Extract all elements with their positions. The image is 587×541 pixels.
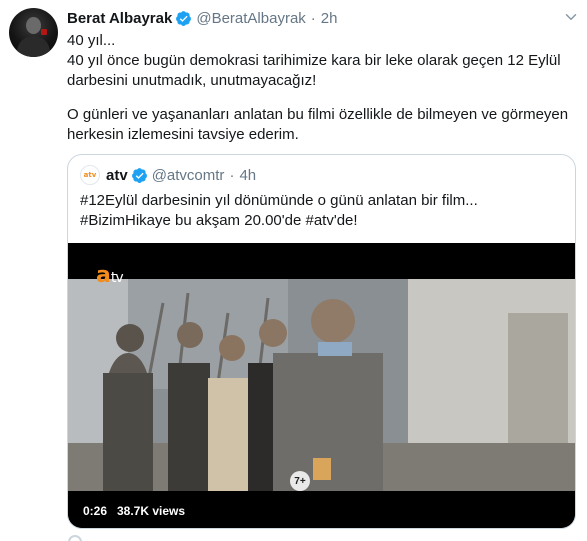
quoted-author-name[interactable]: atv	[106, 167, 128, 184]
verified-badge-icon	[176, 10, 192, 26]
video-view-count: 38.7K views	[112, 501, 191, 520]
tweet-text-line: herkesin izlemesini tavsiye ederim.	[67, 126, 299, 143]
tweet-header: Berat Albayrak @BeratAlbayrak · 2h	[67, 7, 337, 29]
atv-watermark-tv: tv	[110, 270, 124, 286]
quoted-timestamp[interactable]: 4h	[239, 167, 256, 184]
quoted-header-separator: ·	[229, 166, 235, 184]
tweet-timestamp[interactable]: 2h	[321, 10, 338, 27]
quoted-tweet[interactable]: atv atv @atvcomtr · 4h #12Eylül darbesin…	[67, 154, 576, 529]
avatar-shoulders-shape	[17, 36, 50, 57]
avatar-head-shape	[26, 17, 41, 34]
age-rating-badge: 7+	[290, 471, 310, 491]
quoted-tweet-header: atv atv @atvcomtr · 4h	[80, 165, 256, 185]
atv-logo-text: atv	[83, 171, 97, 179]
video-duration: 0:26	[78, 501, 113, 520]
atv-avatar[interactable]: atv	[80, 165, 100, 185]
tweet-text-line: 40 yıl önce bugün demokrasi tarihimize k…	[67, 52, 561, 69]
author-handle[interactable]: @BeratAlbayrak	[196, 10, 305, 27]
quoted-text-line: #12Eylül darbesinin yıl dönümünde o günü…	[80, 192, 478, 209]
atv-watermark-a: a	[96, 263, 111, 288]
tweet-text-line: O günleri ve yaşananları anlatan bu film…	[67, 106, 569, 123]
video-player[interactable]: atv 7+ 0:26 38.7K views	[68, 243, 575, 528]
header-separator: ·	[310, 9, 316, 27]
tweet-text-line: darbesini unutmadık, unutmayacağız!	[67, 72, 317, 89]
tweet-text-line: 40 yıl...	[67, 32, 116, 49]
atv-watermark: atv	[96, 263, 124, 288]
quoted-author-handle[interactable]: @atvcomtr	[152, 167, 225, 184]
avatar-flag-pin	[41, 29, 47, 35]
verified-badge-icon	[131, 167, 147, 183]
author-name[interactable]: Berat Albayrak	[67, 10, 172, 27]
reply-icon[interactable]	[68, 535, 82, 541]
tweet-card[interactable]: Berat Albayrak @BeratAlbayrak · 2h 40 yı…	[0, 0, 587, 541]
author-avatar[interactable]	[9, 8, 58, 57]
quoted-text-line: #BizimHikaye bu akşam 20.00'de #atv'de!	[80, 212, 358, 229]
chevron-down-icon[interactable]	[562, 8, 580, 26]
video-frame-image	[68, 243, 575, 528]
